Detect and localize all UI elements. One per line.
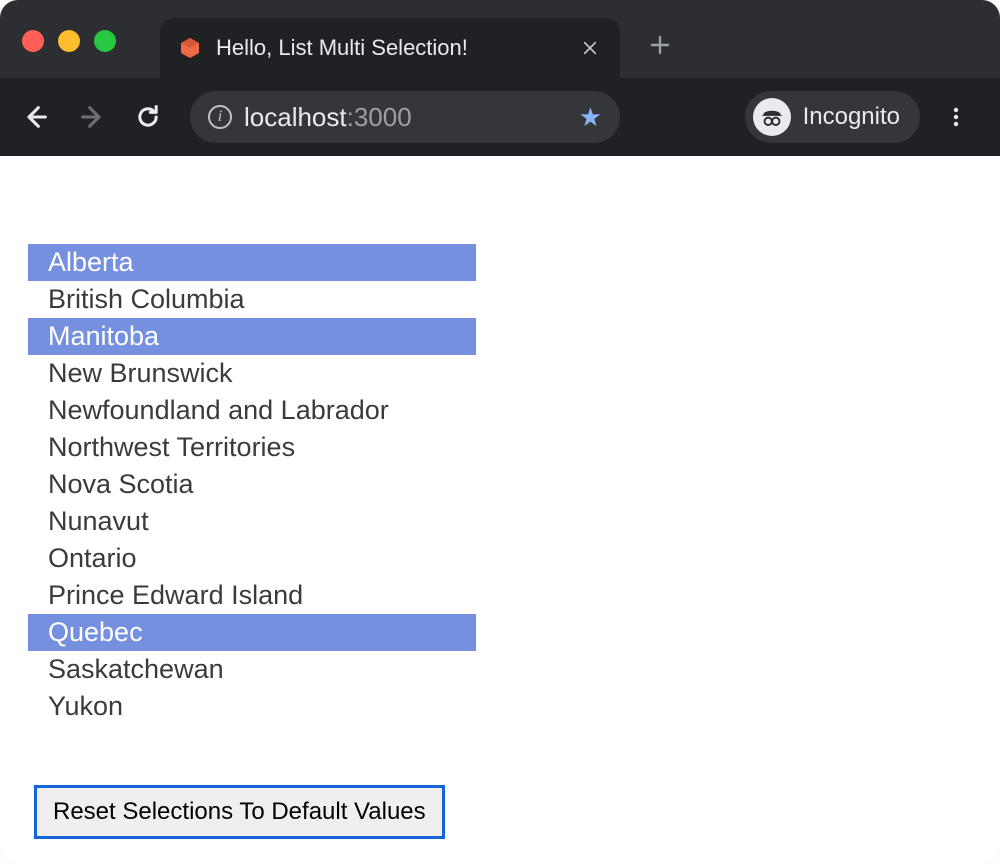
list-item[interactable]: Ontario xyxy=(28,540,476,577)
tab-strip: Hello, List Multi Selection! xyxy=(160,0,672,78)
tab-title: Hello, List Multi Selection! xyxy=(216,35,564,61)
url-port: :3000 xyxy=(347,102,412,133)
browser-window: Hello, List Multi Selection! i localhost… xyxy=(0,0,1000,864)
address-bar[interactable]: i localhost:3000 ★ xyxy=(190,91,620,143)
browser-toolbar: i localhost:3000 ★ Incognito xyxy=(0,78,1000,156)
page-content: AlbertaBritish ColumbiaManitobaNew Bruns… xyxy=(0,156,1000,864)
list-item[interactable]: Yukon xyxy=(28,688,476,725)
browser-tab[interactable]: Hello, List Multi Selection! xyxy=(160,18,620,78)
list-item[interactable]: Newfoundland and Labrador xyxy=(28,392,476,429)
tab-favicon-icon xyxy=(178,36,202,60)
list-item[interactable]: New Brunswick xyxy=(28,355,476,392)
list-item[interactable]: Northwest Territories xyxy=(28,429,476,466)
list-item[interactable]: Quebec xyxy=(28,614,476,651)
minimize-window-icon[interactable] xyxy=(58,30,80,52)
site-info-icon[interactable]: i xyxy=(208,105,232,129)
toolbar-right: Incognito xyxy=(745,91,988,143)
list-item[interactable]: British Columbia xyxy=(28,281,476,318)
list-item[interactable]: Saskatchewan xyxy=(28,651,476,688)
list-item[interactable]: Nunavut xyxy=(28,503,476,540)
browser-menu-button[interactable] xyxy=(934,95,978,139)
province-list[interactable]: AlbertaBritish ColumbiaManitobaNew Bruns… xyxy=(28,244,476,725)
list-item[interactable]: Prince Edward Island xyxy=(28,577,476,614)
tab-close-icon[interactable] xyxy=(578,36,602,60)
list-item[interactable]: Alberta xyxy=(28,244,476,281)
url-host: localhost xyxy=(244,102,347,133)
incognito-label: Incognito xyxy=(803,103,900,131)
new-tab-button[interactable] xyxy=(648,31,672,65)
back-button[interactable] xyxy=(12,93,60,141)
reload-button[interactable] xyxy=(124,93,172,141)
close-window-icon[interactable] xyxy=(22,30,44,52)
list-item[interactable]: Manitoba xyxy=(28,318,476,355)
maximize-window-icon[interactable] xyxy=(94,30,116,52)
incognito-icon xyxy=(753,98,791,136)
forward-button[interactable] xyxy=(68,93,116,141)
url-text: localhost:3000 xyxy=(244,102,567,133)
incognito-chip[interactable]: Incognito xyxy=(745,91,920,143)
bookmark-star-icon[interactable]: ★ xyxy=(579,102,602,133)
window-controls xyxy=(22,30,116,52)
tab-strip-bar: Hello, List Multi Selection! xyxy=(0,0,1000,78)
list-item[interactable]: Nova Scotia xyxy=(28,466,476,503)
reset-button[interactable]: Reset Selections To Default Values xyxy=(34,785,445,839)
